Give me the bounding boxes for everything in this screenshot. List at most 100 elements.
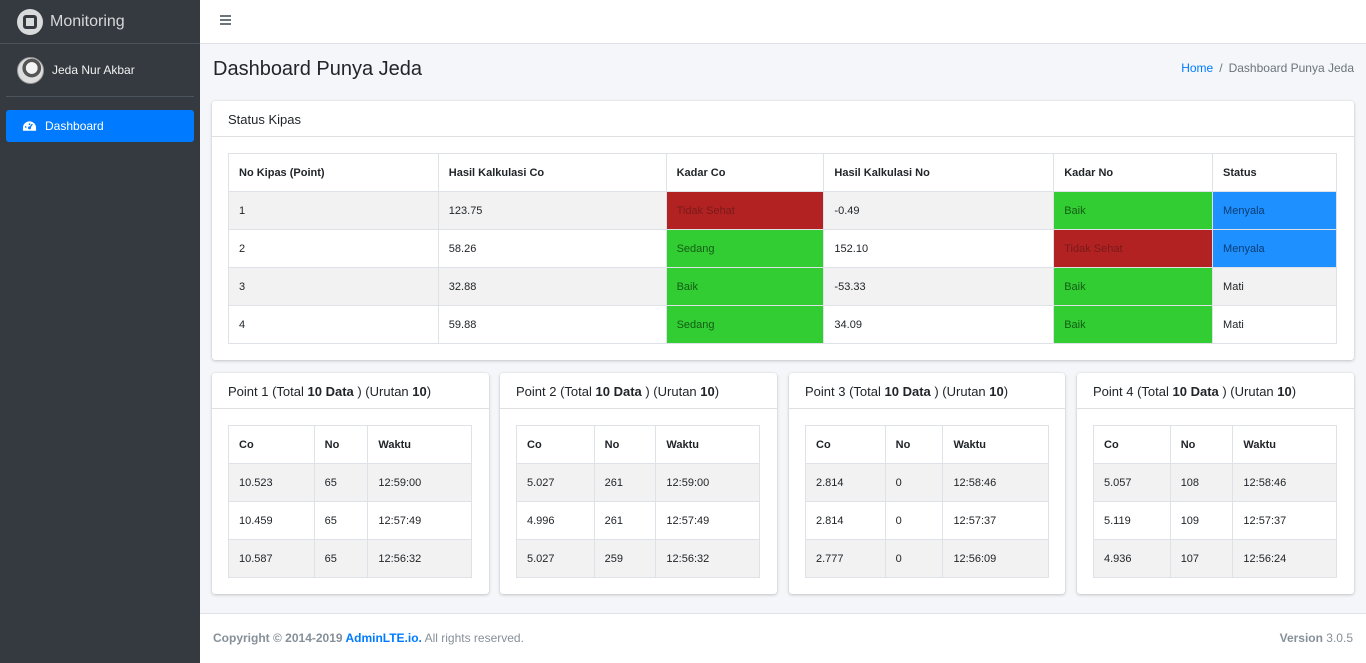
version-info: Version 3.0.5 <box>1279 631 1353 645</box>
table-cell: 12:57:49 <box>655 501 760 540</box>
table-row: 5.057 108 12:58:46 <box>1093 463 1337 502</box>
point-card-title: Point 4 (Total 10 Data ) (Urutan 10) <box>1077 373 1354 409</box>
table-cell: 12:58:46 <box>942 463 1049 502</box>
table-cell: Sedang <box>665 229 825 268</box>
main-sidebar: Monitoring Jeda Nur Akbar Dashboard <box>0 0 200 663</box>
column-header: Kadar Co <box>665 153 825 192</box>
point-card-2: Point 2 (Total 10 Data ) (Urutan 10) Co N… <box>500 373 777 594</box>
table-cell: 12:56:09 <box>942 539 1049 578</box>
main-footer: Copyright © 2014-2019 AdminLTE.io. All r… <box>200 613 1366 663</box>
column-header: No <box>1169 425 1234 464</box>
column-header: Co <box>516 425 595 464</box>
brand-link[interactable]: Monitoring <box>0 0 200 44</box>
table-cell: 261 <box>593 501 657 540</box>
point-table: Co No Waktu 10.523 65 12:59:00 10.459 65 12:57:4… <box>228 425 472 578</box>
breadcrumb: Home / Dashboard Punya Jeda <box>1181 61 1354 75</box>
table-cell: Mati <box>1212 305 1337 344</box>
brand-logo-icon <box>17 8 43 35</box>
table-header-row: Co No Waktu <box>228 425 472 464</box>
sidebar-item-dashboard[interactable]: Dashboard <box>6 110 194 142</box>
table-cell: 0 <box>884 501 944 540</box>
column-header: Waktu <box>1232 425 1337 464</box>
table-cell: 12:59:00 <box>655 463 760 502</box>
table-cell: Baik <box>665 267 825 306</box>
point-card-3: Point 3 (Total 10 Data ) (Urutan 10) Co N… <box>789 373 1065 594</box>
breadcrumb-home-link[interactable]: Home <box>1181 61 1213 75</box>
table-cell: 5.119 <box>1093 501 1171 540</box>
table-cell: Baik <box>1053 191 1214 230</box>
column-header: Waktu <box>655 425 760 464</box>
table-cell: 2.814 <box>805 463 886 502</box>
table-cell: 12:59:00 <box>367 463 472 502</box>
table-row: 2 58.26 Sedang 152.10 Tidak Sehat Menyala <box>228 229 1337 268</box>
column-header: Status <box>1212 153 1337 192</box>
point-card-1: Point 1 (Total 10 Data ) (Urutan 10) Co N… <box>212 373 489 594</box>
point-card-title: Point 2 (Total 10 Data ) (Urutan 10) <box>500 373 777 409</box>
menu-toggle-icon[interactable] <box>220 15 231 25</box>
column-header: Hasil Kalkulasi No <box>823 153 1055 192</box>
column-header: No <box>884 425 944 464</box>
table-cell: -0.49 <box>823 191 1055 230</box>
table-header-row: Co No Waktu <box>805 425 1049 464</box>
table-cell: 65 <box>313 539 369 578</box>
table-cell: 65 <box>313 463 369 502</box>
table-cell: 12:57:37 <box>1232 501 1337 540</box>
table-row: 1 123.75 Tidak Sehat -0.49 Baik Menyala <box>228 191 1337 230</box>
table-cell: Baik <box>1053 267 1214 306</box>
column-header: Waktu <box>367 425 472 464</box>
table-cell: 259 <box>593 539 657 578</box>
table-cell: 65 <box>313 501 369 540</box>
table-cell: 32.88 <box>437 267 667 306</box>
table-cell: 123.75 <box>437 191 667 230</box>
column-header: No Kipas (Point) <box>228 153 439 192</box>
point-card-title: Point 3 (Total 10 Data ) (Urutan 10) <box>789 373 1065 409</box>
status-kipas-card: Status Kipas No Kipas (Point) Hasil Kalku… <box>212 101 1354 360</box>
top-navbar <box>200 0 1366 44</box>
table-cell: Baik <box>1053 305 1214 344</box>
table-cell: 12:56:32 <box>655 539 760 578</box>
point-card-title: Point 1 (Total 10 Data ) (Urutan 10) <box>212 373 489 409</box>
table-cell: Tidak Sehat <box>665 191 825 230</box>
point-table: Co No Waktu 5.027 261 12:59:00 4.996 261 12:57:4… <box>516 425 760 578</box>
user-name[interactable]: Jeda Nur Akbar <box>52 63 135 77</box>
table-cell: 12:56:32 <box>367 539 472 578</box>
point-card-4: Point 4 (Total 10 Data ) (Urutan 10) Co N… <box>1077 373 1354 594</box>
table-cell: 12:57:37 <box>942 501 1049 540</box>
breadcrumb-current: Dashboard Punya Jeda <box>1228 61 1354 75</box>
table-row: 2.777 0 12:56:09 <box>805 539 1049 578</box>
table-cell: 4 <box>228 305 439 344</box>
point-table: Co No Waktu 2.814 0 12:58:46 2.814 0 12:57:37 2.7… <box>805 425 1049 578</box>
table-cell: Menyala <box>1212 229 1337 268</box>
table-cell: 12:58:46 <box>1232 463 1337 502</box>
column-header: Waktu <box>942 425 1049 464</box>
user-panel[interactable]: Jeda Nur Akbar <box>6 44 194 97</box>
table-cell: 2 <box>228 229 439 268</box>
brand-name: Monitoring <box>50 12 125 30</box>
table-header-row: Co No Waktu <box>516 425 760 464</box>
column-header: Co <box>1093 425 1171 464</box>
table-cell: 10.523 <box>228 463 315 502</box>
table-cell: 1 <box>228 191 439 230</box>
status-table: No Kipas (Point) Hasil Kalkulasi Co Kadar … <box>228 153 1337 344</box>
table-row: 4.996 261 12:57:49 <box>516 501 760 540</box>
table-row: 10.587 65 12:56:32 <box>228 539 472 578</box>
column-header: No <box>593 425 657 464</box>
table-row: 5.027 259 12:56:32 <box>516 539 760 578</box>
card-title: Status Kipas <box>212 101 1354 137</box>
table-cell: 4.936 <box>1093 539 1171 578</box>
table-row: 3 32.88 Baik -53.33 Baik Mati <box>228 267 1337 306</box>
table-cell: Mati <box>1212 267 1337 306</box>
table-cell: 109 <box>1169 501 1234 540</box>
table-cell: -53.33 <box>823 267 1055 306</box>
table-cell: 261 <box>593 463 657 502</box>
table-header-row: No Kipas (Point) Hasil Kalkulasi Co Kadar … <box>228 153 1337 192</box>
table-cell: 108 <box>1169 463 1234 502</box>
table-cell: Menyala <box>1212 191 1337 230</box>
table-cell: 5.027 <box>516 539 595 578</box>
table-row: 4 59.88 Sedang 34.09 Baik Mati <box>228 305 1337 344</box>
adminlte-link[interactable]: AdminLTE.io. <box>345 631 421 645</box>
table-cell: 5.057 <box>1093 463 1171 502</box>
table-cell: 10.459 <box>228 501 315 540</box>
column-header: Hasil Kalkulasi Co <box>437 153 667 192</box>
avatar <box>17 56 44 84</box>
